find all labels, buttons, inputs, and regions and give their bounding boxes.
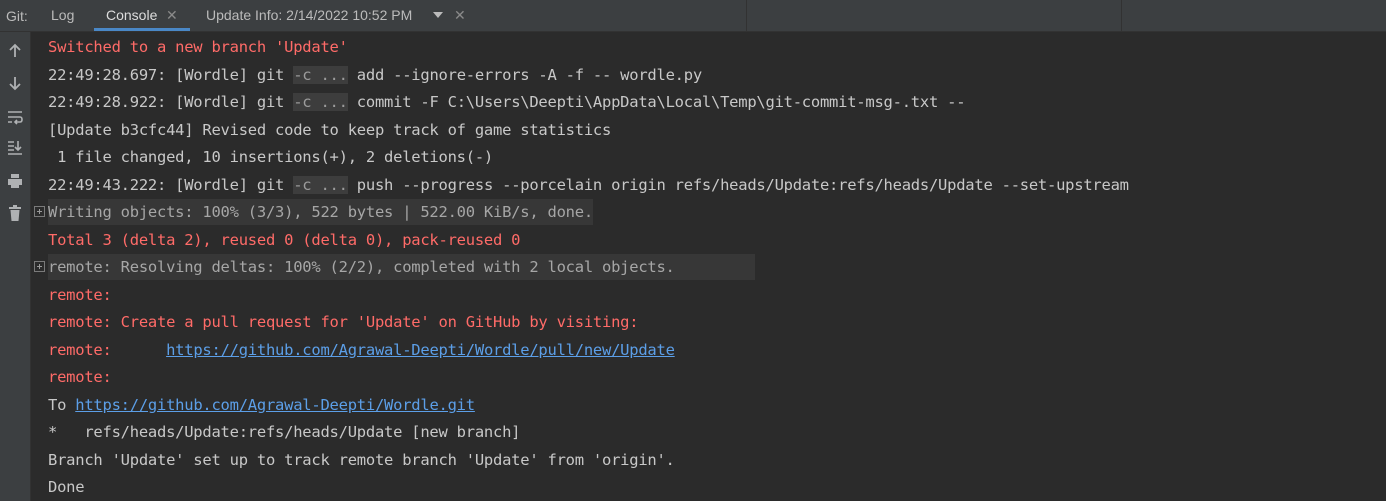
console-line: Total 3 (delta 2), reused 0 (delta 0), p… [48,231,521,249]
soft-wrap-icon[interactable] [5,107,25,127]
close-icon[interactable]: ✕ [166,0,178,31]
tab-console-label: Console [106,7,158,23]
pull-request-link[interactable]: https://github.com/Agrawal-Deepti/Wordle… [166,341,675,359]
console-output[interactable]: Switched to a new branch 'Update' 22:49:… [31,32,1386,501]
repository-link[interactable]: https://github.com/Agrawal-Deepti/Wordle… [75,396,475,414]
console-line: remote: https://github.com/Agrawal-Deept… [48,341,675,359]
console-line: Branch 'Update' set up to track remote b… [48,451,675,469]
console-line: [Update b3cfc44] Revised code to keep tr… [48,121,612,139]
console-line: To https://github.com/Agrawal-Deepti/Wor… [48,396,475,414]
console-line: * refs/heads/Update:refs/heads/Update [n… [48,423,521,441]
tool-window-tabbar: Git: Log Console ✕ Update Info: 2/14/202… [0,0,1386,32]
tab-update-info-label: Update Info: 2/14/2022 10:52 PM [206,7,413,23]
tab-console[interactable]: Console ✕ [94,0,190,31]
close-icon[interactable]: ✕ [454,0,466,31]
tool-window-label: Git: [6,8,28,24]
console-line: remote: Create a pull request for 'Updat… [48,313,639,331]
scroll-to-end-icon[interactable] [5,137,25,157]
up-arrow-icon[interactable] [5,41,25,61]
expand-fold-icon[interactable] [34,261,45,272]
console-line: Switched to a new branch 'Update' [48,38,348,56]
console-line: 22:49:43.222: [Wordle] git -c ... push -… [48,176,1129,194]
expand-fold-icon[interactable] [34,206,45,217]
chevron-down-icon[interactable] [433,12,443,18]
console-line: 1 file changed, 10 insertions(+), 2 dele… [48,148,494,166]
trash-icon[interactable] [5,203,25,223]
print-icon[interactable] [5,171,25,191]
console-line: 22:49:28.697: [Wordle] git -c ... add --… [48,66,702,84]
console-line: remote: [48,286,112,304]
console-toolbar [0,32,31,501]
collapsed-args[interactable]: -c ... [293,66,348,84]
down-arrow-icon[interactable] [5,73,25,93]
tabbar-divider [1121,0,1122,31]
tab-log-label: Log [51,7,75,23]
console-line-folded: Writing objects: 100% (3/3), 522 bytes |… [48,199,593,225]
tab-update-info[interactable]: Update Info: 2/14/2022 10:52 PM ✕ [193,0,481,31]
tabbar-divider [746,0,747,31]
console-line: Done [48,478,85,496]
console-line: 22:49:28.922: [Wordle] git -c ... commit… [48,93,966,111]
tab-log[interactable]: Log [40,0,94,31]
console-line-folded: remote: Resolving deltas: 100% (2/2), co… [48,254,755,280]
collapsed-args[interactable]: -c ... [293,176,348,194]
collapsed-args[interactable]: -c ... [293,93,348,111]
console-line: remote: [48,368,112,386]
